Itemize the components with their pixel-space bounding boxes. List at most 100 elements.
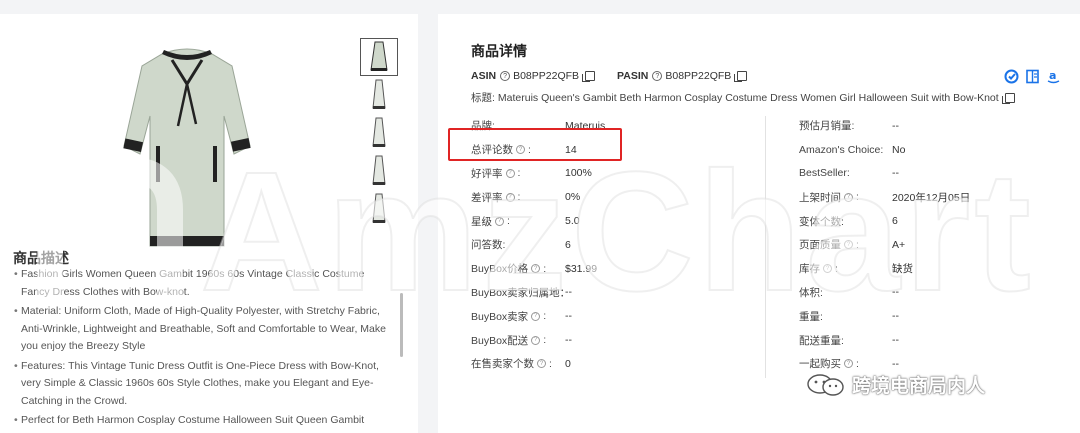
copy-icon[interactable] [582, 71, 596, 82]
help-icon[interactable]: ? [505, 192, 515, 202]
description-bullet: Material: Uniform Cloth, Made of High-Qu… [14, 303, 392, 356]
description-bullet: Perfect for Beth Harmon Cosplay Costume … [14, 412, 392, 430]
details-title: 商品详情 [471, 43, 527, 59]
keepa-icon[interactable] [1004, 69, 1019, 84]
detail-value: -- [892, 334, 899, 347]
product-main-image[interactable] [112, 36, 262, 252]
detail-value: No [892, 143, 906, 156]
description-bullet: Fashion Girls Women Queen Gambit 1960s 6… [14, 266, 392, 301]
wechat-account-name: 跨境电商局内人 [852, 376, 986, 397]
detail-value: 缺货 [892, 263, 913, 276]
help-icon[interactable]: ? [844, 192, 853, 202]
wechat-watermark: 跨境电商局内人 [806, 371, 985, 398]
detail-key: 好评率?: [471, 167, 521, 180]
detail-key: Amazon's Choice: [799, 143, 884, 156]
help-icon[interactable]: ? [844, 240, 853, 250]
help-icon[interactable]: ? [823, 264, 832, 274]
copy-icon[interactable] [1001, 92, 1015, 104]
title-label: 标题: [471, 92, 495, 104]
detail-value: -- [892, 286, 899, 299]
title-value: Materuis Queen's Gambit Beth Harmon Cosp… [497, 91, 999, 104]
detail-row: 上架时间?: 2020年12月05日 [799, 185, 1039, 209]
product-title-row: 标题: Materuis Queen's Gambit Beth Harmon … [471, 90, 1015, 105]
thumbnail[interactable] [360, 190, 398, 228]
description-scrollbar[interactable] [400, 293, 403, 357]
detail-row: 配送重量: -- [799, 328, 1039, 352]
help-icon[interactable]: ? [531, 264, 541, 274]
thumbnail[interactable] [360, 76, 398, 114]
amazon-icon[interactable]: a [1046, 69, 1061, 84]
thumbnail[interactable] [360, 38, 398, 76]
detail-key: 配送重量: [799, 334, 844, 347]
details-right-column: 预估月销量: -- Amazon's Choice: No BestSeller: -… [799, 114, 1039, 376]
copy-icon[interactable] [734, 71, 748, 82]
detail-value: -- [565, 334, 572, 347]
detail-row: 预估月销量: -- [799, 114, 1039, 138]
detail-value: 6 [892, 215, 898, 228]
detail-key: BuyBox配送?: [471, 334, 547, 347]
detail-row: Amazon's Choice: No [799, 138, 1039, 162]
detail-key: 体积: [799, 286, 823, 299]
pasin-value: B08PP22QFB [665, 70, 732, 82]
detail-key: BuyBox卖家归属地： [471, 286, 571, 299]
detail-key: 库存?: [799, 262, 838, 276]
help-icon[interactable]: ? [495, 216, 504, 226]
detail-key: 页面质量?: [799, 238, 859, 252]
help-icon[interactable]: ? [531, 311, 541, 321]
help-icon[interactable]: ? [652, 71, 663, 81]
detail-key: BuyBox价格?: [471, 262, 547, 276]
help-icon[interactable]: ? [531, 335, 541, 345]
detail-row: BuyBox配送?: -- [471, 328, 761, 352]
detail-key: BuyBox卖家?: [471, 310, 547, 323]
help-icon[interactable]: ? [537, 359, 546, 369]
detail-key: 变体个数: [799, 215, 844, 228]
pasin-label: PASIN [617, 70, 649, 82]
report-icon[interactable] [1025, 69, 1040, 84]
column-divider [765, 116, 766, 378]
detail-row: 星级?: 5.0 [471, 209, 761, 233]
detail-row: BestSeller: -- [799, 162, 1039, 186]
asin-row: ASIN ? B08PP22QFB PASIN ? B08PP22QFB [471, 70, 748, 82]
help-icon[interactable]: ? [505, 168, 515, 178]
detail-row: BuyBox卖家归属地： -- [471, 281, 761, 305]
detail-row: 好评率?: 100% [471, 162, 761, 186]
detail-key: 预估月销量: [799, 120, 855, 133]
thumbnail-strip [360, 38, 400, 228]
detail-value: $31.99 [565, 262, 598, 275]
detail-row: 变体个数: 6 [799, 209, 1039, 233]
asin-label: ASIN [471, 70, 497, 82]
detail-key: 问答数: [471, 239, 506, 252]
detail-key: 重量: [799, 310, 823, 323]
highlight-box [448, 128, 622, 161]
detail-value: -- [565, 310, 572, 323]
detail-key: 在售卖家个数?: [471, 357, 552, 371]
detail-row: 差评率?: 0% [471, 185, 761, 209]
asin-value: B08PP22QFB [513, 70, 580, 82]
detail-row: BuyBox价格?: $31.99 [471, 257, 761, 281]
detail-row: BuyBox卖家?: -- [471, 304, 761, 328]
detail-value: -- [892, 167, 899, 180]
help-icon[interactable]: ? [844, 359, 853, 369]
detail-row: 在售卖家个数?: 0 [471, 352, 761, 376]
detail-value: 5.0 [565, 215, 580, 228]
description-bullet: Features: This Vintage Tunic Dress Outfi… [14, 358, 392, 411]
detail-key: 一起购买?: [799, 357, 859, 371]
detail-value: -- [892, 119, 899, 132]
detail-row: 页面质量?: A+ [799, 233, 1039, 257]
thumbnail[interactable] [360, 152, 398, 190]
detail-value: -- [565, 286, 572, 299]
help-icon[interactable]: ? [500, 71, 511, 81]
detail-value: 100% [565, 167, 592, 180]
quick-links: a [1004, 69, 1061, 84]
detail-key: BestSeller: [799, 167, 850, 180]
detail-value: -- [892, 357, 899, 370]
description-list: Fashion Girls Women Queen Gambit 1960s 6… [14, 266, 392, 432]
product-image-panel: 商品描述 Fashion Girls Women Queen Gambit 19… [0, 14, 418, 433]
detail-row: 体积: -- [799, 281, 1039, 305]
detail-value: A+ [892, 238, 906, 251]
detail-key: 星级?: [471, 215, 510, 228]
thumbnail[interactable] [360, 114, 398, 152]
detail-row: 库存?: 缺货 [799, 257, 1039, 281]
detail-key: 上架时间?: [799, 191, 859, 204]
detail-row: 重量: -- [799, 304, 1039, 328]
